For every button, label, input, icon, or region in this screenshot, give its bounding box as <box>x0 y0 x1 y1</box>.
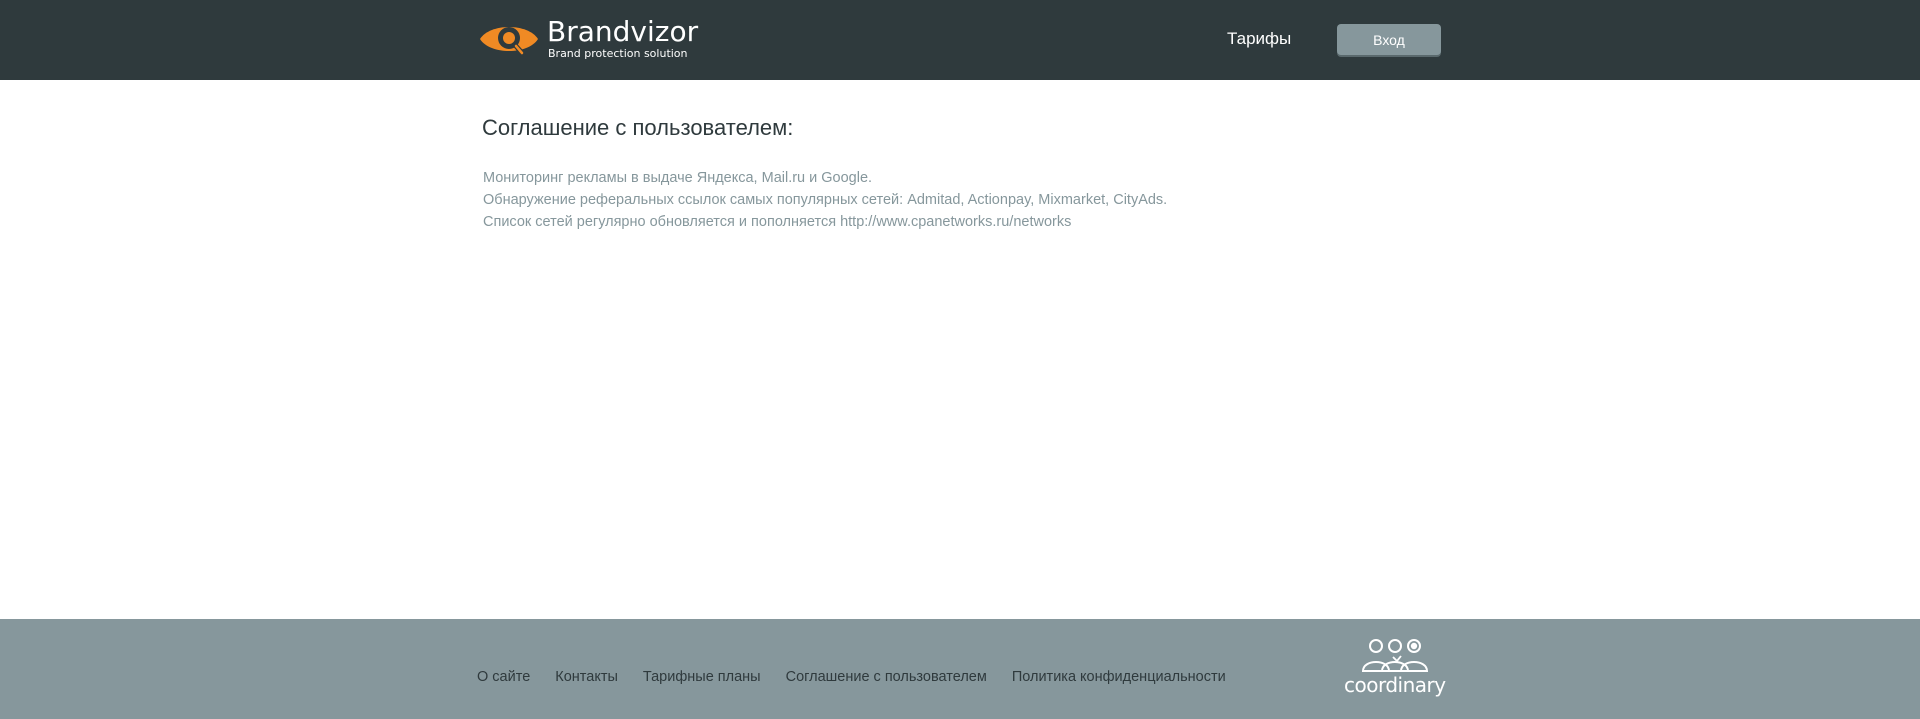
coordinary-wordmark: coordinary <box>1344 673 1446 697</box>
brandvizor-logo[interactable]: Brandvizor Brand protection solution <box>478 15 698 63</box>
content-line: Список сетей регулярно обновляется и поп… <box>483 214 1072 230</box>
nav-tariffs-link[interactable]: Тарифы <box>1227 27 1291 51</box>
footer-nav: О сайте Контакты Тарифные планы Соглашен… <box>477 666 1226 688</box>
footer-link-about[interactable]: О сайте <box>477 666 530 688</box>
login-button[interactable]: Вход <box>1337 24 1441 55</box>
footer-link-privacy-policy[interactable]: Политика конфиденциальности <box>1012 666 1226 688</box>
content-line: Обнаружение реферальных ссылок самых поп… <box>483 192 1168 208</box>
coordinary-logo[interactable]: coordinary <box>1344 637 1446 703</box>
page-title: Соглашение с пользователем: <box>482 115 794 140</box>
people-group-icon <box>1361 639 1429 672</box>
site-footer: О сайте Контакты Тарифные планы Соглашен… <box>0 619 1920 719</box>
logo-tagline: Brand protection solution <box>548 47 688 60</box>
eye-magnifier-icon <box>480 27 538 57</box>
footer-link-tariff-plans[interactable]: Тарифные планы <box>643 666 761 688</box>
agreement-content: Мониторинг рекламы в выдаче Яндекса, Mai… <box>483 167 1383 233</box>
site-header: Brandvizor Brand protection solution Тар… <box>0 0 1920 80</box>
logo-name: Brandvizor <box>547 15 699 48</box>
footer-link-user-agreement[interactable]: Соглашение с пользователем <box>786 666 987 688</box>
content-line: Мониторинг рекламы в выдаче Яндекса, Mai… <box>483 170 873 186</box>
footer-link-contacts[interactable]: Контакты <box>555 666 618 688</box>
